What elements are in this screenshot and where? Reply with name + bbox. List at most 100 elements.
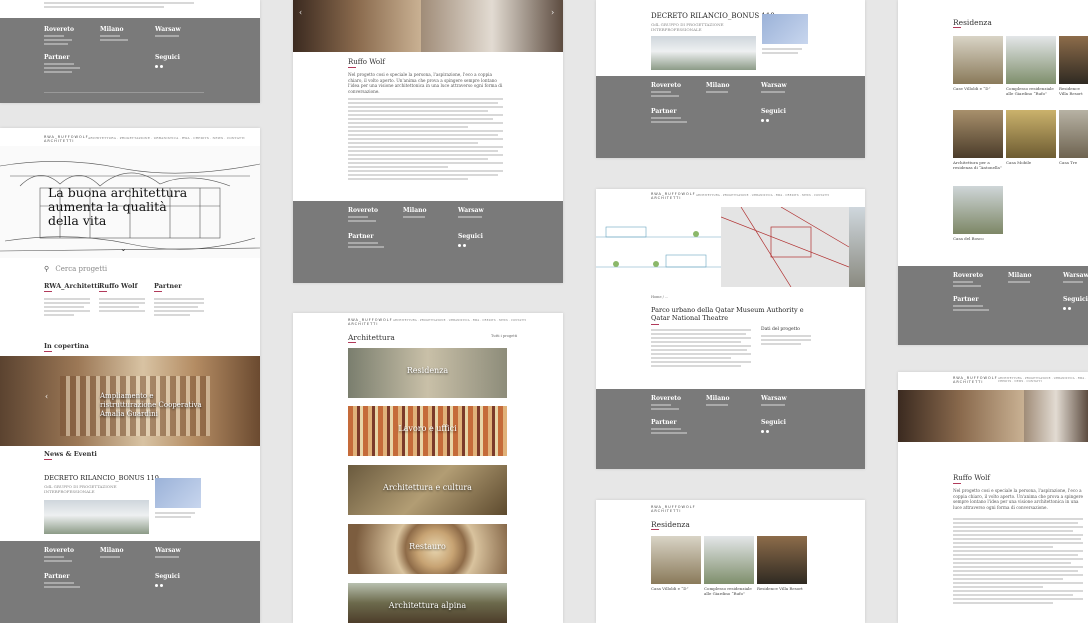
chevron-down-icon[interactable]: ⌄ [120,244,127,253]
search-input[interactable]: Cerca progetti [55,265,107,273]
social-icon[interactable] [766,429,769,433]
project-name[interactable]: Residence Villa Resort [757,586,807,591]
category-label: Restauro [409,542,446,551]
footer-seguici: Seguici [458,233,483,240]
category-tile[interactable]: Restauro [348,524,507,574]
footer-intro-text [44,2,214,10]
category-tile[interactable]: Lavoro e uffici [348,406,507,456]
social-icon[interactable] [761,429,764,433]
search-bar[interactable]: ⚲ Cerca progetti [44,265,107,273]
project-thumb[interactable] [1006,110,1056,158]
category-label: Architettura alpina [388,601,467,610]
social-icon[interactable] [1063,306,1066,310]
chevron-left-icon[interactable]: ‹ [45,392,48,401]
panel-residenza: Residenza Case Villoldi e “D” Complesso … [898,0,1088,345]
social-icon[interactable] [463,243,466,247]
hero-headline: La buona architettura aumenta la qualità… [48,185,188,228]
social-icon[interactable] [155,583,158,587]
site-logo[interactable]: RWA_RUFFOWOLF ARCHITETTI [651,192,696,200]
news-photo[interactable] [44,500,149,534]
page-title: Residenza [953,18,992,27]
project-name[interactable]: Casa Mobile [1006,160,1056,165]
project-thumb[interactable] [1006,36,1056,84]
site-footer: Rovereto Milano Warsaw Partner Seguici [0,18,260,103]
chevron-left-icon[interactable]: ‹ [299,8,302,17]
site-logo[interactable]: RWA_RUFFOWOLF ARCHITETTI [348,318,393,326]
search-icon: ⚲ [44,265,50,273]
footer-city: Rovereto [44,26,75,33]
news-photo[interactable] [155,478,201,508]
section-title: News & Eventi [44,450,97,458]
social-icon[interactable] [761,118,764,122]
social-icon[interactable] [160,583,163,587]
site-footer: Rovereto Milano Warsaw Partner Seguici [596,389,865,469]
category-tile[interactable]: Architettura e cultura [348,465,507,515]
title-underline [651,324,659,325]
breadcrumb[interactable]: Home / ... [651,295,668,299]
main-nav[interactable]: ARCHITETTURA · PROGETTAZIONE · URBANISTI… [696,194,829,197]
site-logo[interactable]: RWA_RUFFOWOLF ARCHITETTI [651,505,696,513]
social-icon[interactable] [155,64,158,68]
social-icon[interactable] [458,243,461,247]
project-data-title: Dati del progetto [761,327,800,332]
project-name[interactable]: Casa Tre [1059,160,1088,165]
category-label: Residenza [406,366,449,375]
page-title: Residenza [651,520,690,529]
site-logo[interactable]: RWA_RUFFOWOLF ARCHITETTI [44,135,89,143]
project-thumb[interactable] [651,536,701,584]
social-icon[interactable] [1068,306,1071,310]
project-title: Parco urbano della Qatar Museum Authorit… [651,306,804,322]
intro-col-title: Partner [154,282,182,290]
project-name[interactable]: Complesso residenziale alle Giardino “Ru… [1006,86,1056,96]
panel-ruffo-wolf: ‹ › Ruffo Wolf Nel progetto cosi e speci… [293,0,563,283]
elevation-svg [596,226,721,268]
project-thumb[interactable] [953,36,1003,84]
main-nav[interactable]: ARCHITETTURA · PROGETTAZIONE · URBANISTI… [998,377,1088,383]
project-thumb[interactable] [953,186,1003,234]
category-tile[interactable]: Architettura alpina [348,583,507,623]
project-thumb[interactable] [1059,36,1088,84]
footer-city: Milano [100,26,124,33]
main-nav[interactable]: ARCHITETTURA · PROGETTAZIONE · URBANISTI… [393,319,526,322]
footer-seguici: Seguici [761,419,786,426]
panel-qatar: RWA_RUFFOWOLF ARCHITETTI ARCHITETTURA · P… [596,189,865,469]
footer-city: Milano [100,547,124,554]
social-icon[interactable] [766,118,769,122]
project-name[interactable]: Case Villoldi e “D” [953,86,1003,91]
lead-text: Nel progetto cosi e speciale la persona,… [348,72,503,94]
site-plan [720,206,850,288]
project-name[interactable]: Casa del Bosco [953,236,1003,241]
news-headline[interactable]: DECRETO RILANCIO_BONUS 110 [44,474,159,482]
title-underline [44,459,52,460]
project-name[interactable]: Residence Villa Resort [1059,86,1088,96]
panel-architettura: RWA_RUFFOWOLF ARCHITETTI ARCHITETTURA · P… [293,313,563,623]
footer-city: Milano [1008,272,1032,279]
footer-city: Rovereto [44,547,75,554]
category-tile[interactable]: Residenza [348,348,507,398]
all-projects-link[interactable]: Tutti i progetti [491,334,517,338]
project-name[interactable]: Complesso residenziale alle Giardino “Ru… [704,586,754,596]
main-nav[interactable]: ARCHITETTURA · PROGETTAZIONE · URBANISTI… [88,136,245,140]
project-thumb[interactable] [953,110,1003,158]
social-icon[interactable] [160,64,163,68]
title-underline [44,291,52,292]
site-footer: Rovereto Milano Warsaw Partner Seguici [898,266,1088,345]
footer-city: Warsaw [761,82,787,89]
footer-city: Warsaw [155,547,181,554]
chevron-right-icon[interactable]: › [551,8,554,17]
project-thumb[interactable] [704,536,754,584]
footer-partner: Partner [44,573,70,580]
site-logo[interactable]: RWA_RUFFOWOLF ARCHITETTI [953,376,998,384]
project-thumb[interactable] [757,536,807,584]
project-thumb[interactable] [1059,110,1088,158]
project-name[interactable]: Architettura per a residenza di “Antonel… [953,160,1003,170]
footer-city: Warsaw [761,395,787,402]
title-underline [651,529,659,530]
category-label: Lavoro e uffici [398,424,457,433]
project-name[interactable]: Casa Villoldi e “D” [651,586,701,591]
cover-slide[interactable]: ‹ Ampliamento e ristrutturazione Coopera… [0,356,260,446]
intro-col: Ruffo Wolf [99,282,145,314]
profile-photo [421,0,563,52]
footer-city: Milano [403,207,427,214]
footer-partner: Partner [651,419,677,426]
